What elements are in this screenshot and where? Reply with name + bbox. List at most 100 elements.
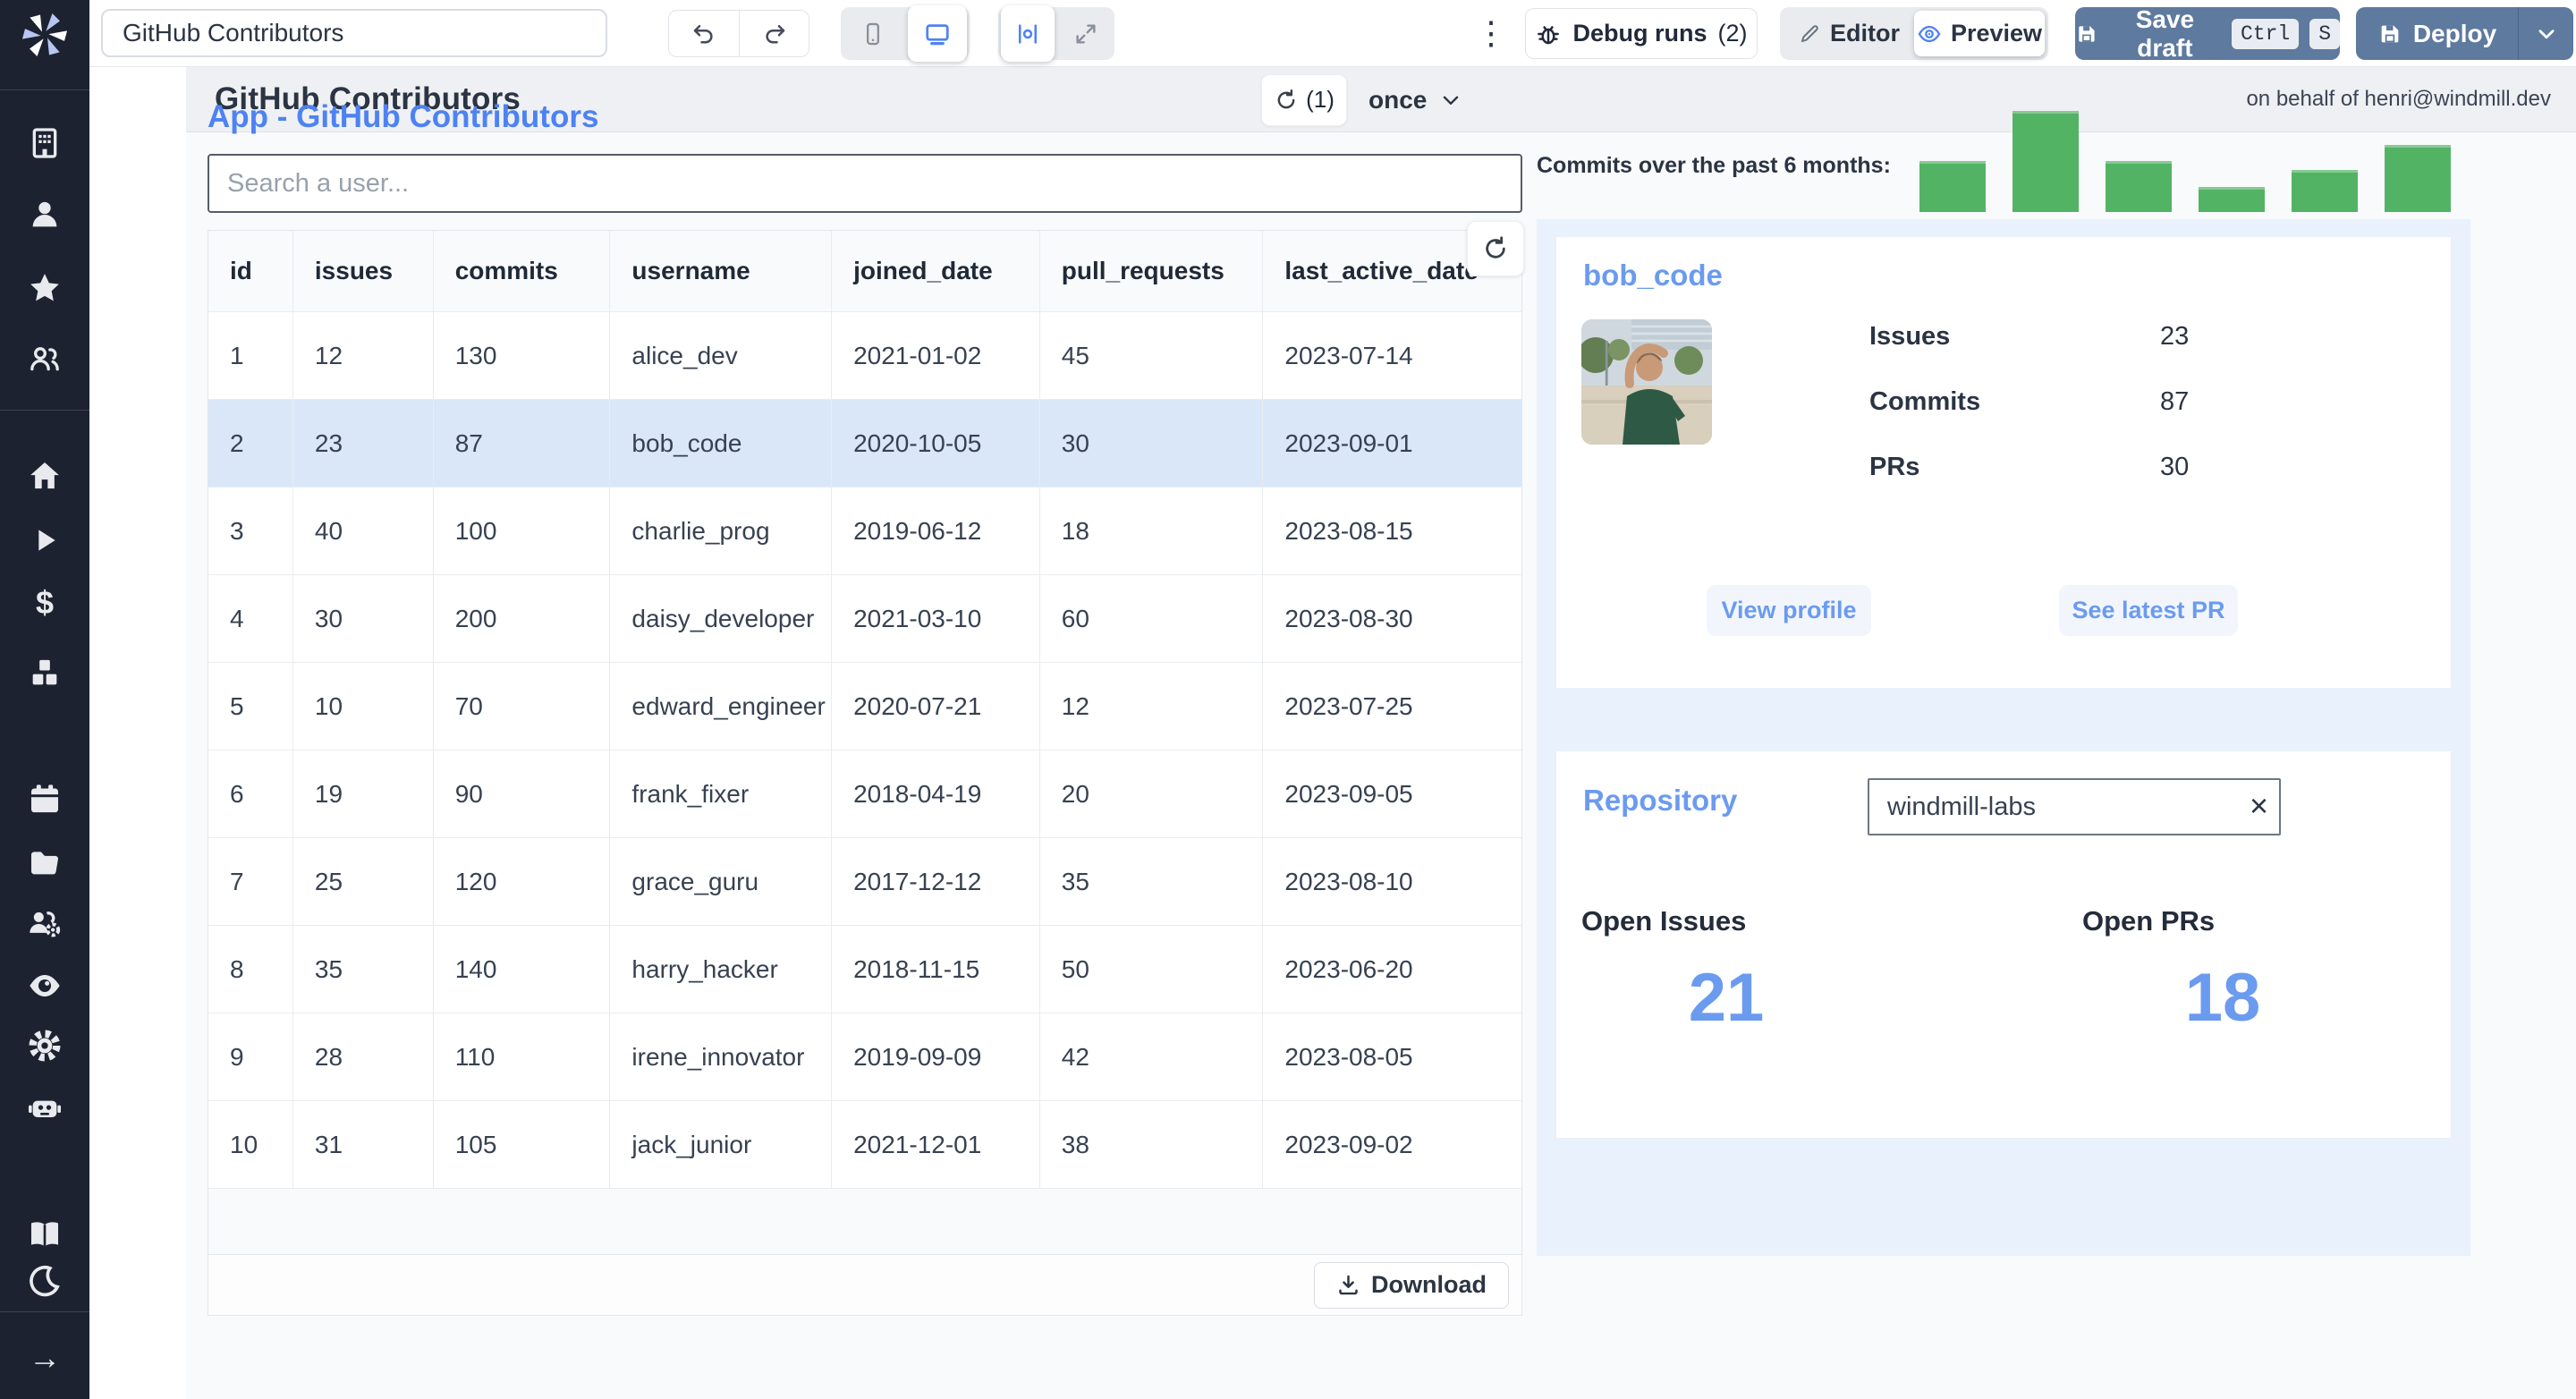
repository-input[interactable] bbox=[1868, 778, 2281, 835]
undo-redo-group bbox=[668, 10, 809, 57]
table-cell: 2023-09-02 bbox=[1284, 1130, 1413, 1158]
eye-icon[interactable] bbox=[0, 968, 89, 1004]
table-cell: 25 bbox=[293, 838, 434, 925]
column-header[interactable]: joined_date bbox=[832, 231, 1040, 311]
table-cell: 9 bbox=[208, 1013, 293, 1100]
bar bbox=[2106, 161, 2172, 212]
building-icon[interactable] bbox=[0, 125, 89, 161]
table-footer: Download bbox=[208, 1254, 1521, 1315]
table-cell: 10 bbox=[208, 1101, 293, 1188]
open-prs-label: Open PRs bbox=[2082, 905, 2216, 937]
table-cell: 2019-09-09 bbox=[832, 1013, 1040, 1100]
contributors-table: id issues commits username joined_date pull_r… bbox=[208, 230, 1522, 1316]
see-latest-pr-button[interactable]: See latest PR bbox=[2059, 585, 2238, 636]
schedule-dropdown[interactable]: once bbox=[1368, 86, 1462, 114]
folder-icon[interactable] bbox=[0, 844, 89, 880]
table-cell: grace_guru bbox=[610, 838, 833, 925]
table-cell: 140 bbox=[434, 926, 611, 1013]
center-layout-button[interactable] bbox=[998, 5, 1056, 62]
table-cell: 2018-04-19 bbox=[832, 750, 1040, 837]
table-row[interactable]: 4 30 200 daisy_developer 2021-03-10 60 2023-08… bbox=[208, 574, 1521, 662]
column-header[interactable]: id bbox=[208, 231, 293, 311]
users-gear-icon[interactable] bbox=[0, 905, 89, 941]
table-row[interactable]: 7 25 120 grace_guru 2017-12-12 35 2023-08-10 bbox=[208, 837, 1521, 925]
dollar-icon[interactable]: $ bbox=[0, 583, 89, 623]
undo-button[interactable] bbox=[669, 11, 739, 56]
table-cell: 18 bbox=[1040, 488, 1264, 574]
sidebar-divider bbox=[0, 410, 89, 411]
stat-label: Issues bbox=[1869, 322, 1951, 351]
chevron-down-icon bbox=[2538, 29, 2554, 38]
table-row[interactable]: 6 19 90 frank_fixer 2018-04-19 20 2023-09-05 bbox=[208, 750, 1521, 837]
table-row[interactable]: 10 31 105 jack_junior 2021-12-01 38 2023-09-02 bbox=[208, 1100, 1521, 1188]
table-cell: 8 bbox=[208, 926, 293, 1013]
book-icon[interactable] bbox=[0, 1217, 89, 1252]
app-title-input[interactable] bbox=[101, 9, 607, 57]
table-cell: 30 bbox=[293, 575, 434, 662]
app-canvas: GitHub Contributors (1) once on behalf o… bbox=[186, 67, 2576, 1399]
table-cell: 87 bbox=[434, 400, 611, 487]
table-cell: 31 bbox=[293, 1101, 434, 1188]
app-refresh-button[interactable]: (1) bbox=[1261, 73, 1347, 126]
play-icon[interactable] bbox=[0, 522, 89, 558]
desktop-view-button[interactable] bbox=[905, 5, 970, 62]
more-menu-icon[interactable]: ⋮ bbox=[1471, 7, 1511, 59]
redo-button[interactable] bbox=[739, 11, 809, 56]
debug-runs-button[interactable]: Debug runs (2) bbox=[1525, 8, 1758, 59]
tab-preview[interactable]: Preview bbox=[1914, 11, 2045, 56]
download-button[interactable]: Download bbox=[1314, 1261, 1509, 1309]
users-icon[interactable] bbox=[0, 341, 89, 377]
windmill-logo-icon[interactable] bbox=[20, 9, 70, 59]
commits-bar-chart bbox=[1919, 111, 2451, 212]
table-cell: 2023-08-15 bbox=[1284, 516, 1413, 545]
save-draft-button[interactable]: Save draft Ctrl S bbox=[2075, 5, 2340, 62]
table-row[interactable]: 2 23 87 bob_code 2020-10-05 30 2023-09-01 bbox=[208, 399, 1521, 487]
column-header[interactable]: commits bbox=[434, 231, 611, 311]
table-cell: 50 bbox=[1040, 926, 1264, 1013]
view-profile-button[interactable]: View profile bbox=[1707, 585, 1871, 636]
arrow-right-icon[interactable]: → bbox=[0, 1338, 89, 1378]
user-card-username: bob_code bbox=[1583, 259, 1723, 292]
gear-icon[interactable] bbox=[0, 1028, 89, 1064]
column-header[interactable]: username bbox=[610, 231, 833, 311]
table-cell: 2023-07-14 bbox=[1284, 341, 1413, 369]
search-input[interactable] bbox=[208, 154, 1522, 213]
table-cell: 2020-07-21 bbox=[832, 663, 1040, 750]
table-cell: 2023-08-10 bbox=[1284, 867, 1413, 895]
table-row[interactable]: 8 35 140 harry_hacker 2018-11-15 50 2023-06-20 bbox=[208, 925, 1521, 1013]
moon-icon[interactable] bbox=[0, 1263, 89, 1299]
deploy-dropdown-button[interactable] bbox=[2518, 7, 2573, 60]
table-cell: 2 bbox=[208, 400, 293, 487]
table-cell: 110 bbox=[434, 1013, 611, 1100]
tab-editor[interactable]: Editor bbox=[1784, 11, 1914, 56]
device-toggle-group bbox=[841, 5, 970, 62]
refresh-icon bbox=[1277, 89, 1295, 108]
mobile-view-button[interactable] bbox=[841, 7, 905, 60]
table-row[interactable]: 3 40 100 charlie_prog 2019-06-12 18 2023-08-15 bbox=[208, 487, 1521, 574]
column-header[interactable]: pull_requests bbox=[1040, 231, 1264, 311]
table-refresh-button[interactable] bbox=[1467, 221, 1524, 276]
column-header[interactable]: issues bbox=[293, 231, 434, 311]
table-cell: 2023-06-20 bbox=[1284, 954, 1413, 983]
user-icon[interactable] bbox=[0, 197, 89, 233]
home-icon[interactable] bbox=[0, 458, 89, 494]
table-row[interactable]: 5 10 70 edward_engineer 2020-07-21 12 2023-07-… bbox=[208, 662, 1521, 750]
stat-label: PRs bbox=[1869, 453, 1920, 481]
table-cell: 60 bbox=[1040, 575, 1264, 662]
bar bbox=[1919, 161, 1986, 212]
top-toolbar: ⋮ Debug runs (2) Editor Preview Save dra… bbox=[89, 0, 2576, 67]
robot-icon[interactable] bbox=[0, 1090, 89, 1126]
cubes-icon[interactable] bbox=[0, 655, 89, 691]
table-cell: 6 bbox=[208, 750, 293, 837]
deploy-button[interactable]: Deploy bbox=[2356, 7, 2518, 60]
table-cell: 2017-12-12 bbox=[832, 838, 1040, 925]
table-row[interactable]: 1 12 130 alice_dev 2021-01-02 45 2023-07-14 bbox=[208, 311, 1521, 399]
star-icon[interactable] bbox=[0, 270, 89, 306]
fullscreen-icon[interactable] bbox=[1056, 7, 1114, 60]
clear-input-icon[interactable]: × bbox=[2250, 785, 2268, 827]
pencil-icon bbox=[1801, 24, 1818, 42]
calendar-icon[interactable] bbox=[0, 782, 89, 818]
table-row[interactable]: 9 28 110 irene_innovator 2019-09-09 42 2023-08… bbox=[208, 1013, 1521, 1100]
table-cell: jack_junior bbox=[610, 1101, 833, 1188]
repository-card: Repository × Open Issues Open PRs 21 18 bbox=[1556, 751, 2451, 1138]
